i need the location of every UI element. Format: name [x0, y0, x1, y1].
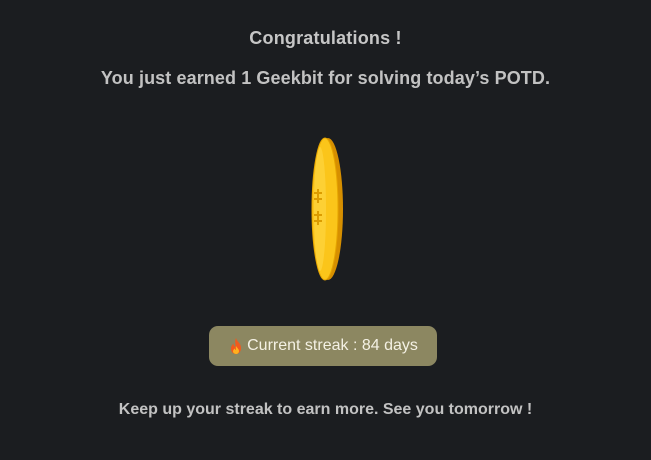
- current-streak-label: Current streak : 84 days: [247, 337, 418, 354]
- fire-icon: [228, 337, 244, 355]
- current-streak-badge: Current streak : 84 days: [209, 326, 437, 366]
- reward-message: You just earned 1 Geekbit for solving to…: [100, 68, 551, 88]
- streak-encouragement-message: Keep up your streak to earn more. See yo…: [118, 401, 533, 418]
- congratulations-title: Congratulations !: [249, 28, 402, 48]
- geekbit-coin-icon: [300, 136, 350, 286]
